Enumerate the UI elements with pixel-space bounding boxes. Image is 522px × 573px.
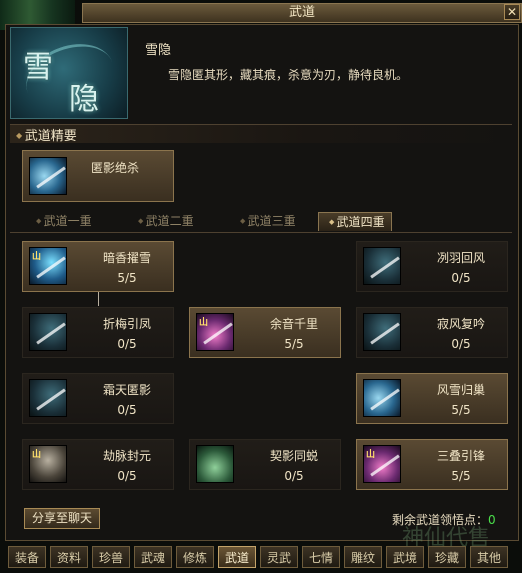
skill-node[interactable]: 冽羽回风 0/5: [356, 241, 508, 292]
tab-tier-4[interactable]: 武道四重: [318, 212, 392, 231]
bottom-tab[interactable]: 资料: [50, 546, 88, 568]
skill-node-level: 0/5: [117, 469, 137, 483]
tab-tier-3[interactable]: 武道三重: [230, 212, 296, 231]
skill-node[interactable]: 霜天匿影 0/5: [22, 373, 174, 424]
skill-emblem: 雪 隐: [10, 27, 128, 119]
skill-node-level: 5/5: [117, 271, 137, 285]
featured-skill-card[interactable]: 匿影绝杀: [22, 150, 174, 202]
skill-node-level: 0/5: [117, 337, 137, 351]
skill-node-name: 寂风复吟: [436, 317, 485, 331]
shadow-pact-icon: [196, 445, 234, 483]
skill-node-name: 暗香擢雪: [102, 251, 151, 265]
skill-node-name: 三叠引锋: [436, 449, 485, 463]
skill-node-name: 折梅引凤: [102, 317, 151, 331]
skill-node[interactable]: 山 劫脉封元 0/5: [22, 439, 174, 490]
skill-node-name: 劫脉封元: [102, 449, 151, 463]
skill-node-level: 5/5: [451, 469, 471, 483]
bottom-tab-bar: 装备 资料 珍兽 武魂 修炼 武道 灵武 七情 雕纹 武境 珍藏 其他: [6, 546, 522, 570]
skill-node-level: 5/5: [451, 403, 471, 417]
remaining-points: 剩余武道领悟点：0: [392, 511, 496, 528]
skill-node-level: 0/5: [451, 337, 471, 351]
bottom-tab[interactable]: 灵武: [260, 546, 298, 568]
bottom-tab[interactable]: 武境: [386, 546, 424, 568]
skill-node-level: 0/5: [451, 271, 471, 285]
skill-node-name: 冽羽回风: [436, 251, 485, 265]
bottom-tab[interactable]: 七情: [302, 546, 340, 568]
node-connector: [98, 292, 99, 306]
bottom-tab-active[interactable]: 武道: [218, 546, 256, 568]
silent-wind-icon: [363, 313, 401, 351]
window-title: 武道: [82, 3, 522, 23]
frost-shadow-icon: [29, 379, 67, 417]
bottom-tab[interactable]: 其他: [470, 546, 508, 568]
bottom-tab[interactable]: 修炼: [176, 546, 214, 568]
skill-node[interactable]: 山 三叠引锋 5/5: [356, 439, 508, 490]
remaining-points-label: 剩余武道领悟点：: [392, 513, 489, 527]
bottom-tab[interactable]: 武魂: [134, 546, 172, 568]
tab-tier-1[interactable]: 武道一重: [26, 212, 92, 231]
skill-node[interactable]: 山 暗香擢雪 5/5: [22, 241, 174, 292]
skill-node-level: 0/5: [117, 403, 137, 417]
remaining-points-value: 0: [488, 513, 496, 527]
close-button[interactable]: ✕: [504, 4, 520, 20]
feather-wind-icon: [363, 247, 401, 285]
section-label: 武道精要: [16, 125, 77, 144]
skill-node-level: 5/5: [284, 337, 304, 351]
skill-title: 雪隐: [145, 43, 172, 58]
skill-node[interactable]: 风雪归巢 5/5: [356, 373, 508, 424]
seal-vein-icon: 山: [29, 445, 67, 483]
plum-snow-icon: 山: [29, 247, 67, 285]
skill-node-name: 霜天匿影: [102, 383, 151, 397]
skill-description: 雪隐匿其形，藏其痕，杀意为刃，静待良机。: [168, 68, 409, 82]
skill-node[interactable]: 寂风复吟 0/5: [356, 307, 508, 358]
emblem-char-1: 雪: [23, 50, 53, 85]
tab-tier-2[interactable]: 武道二重: [128, 212, 194, 231]
skill-node[interactable]: 契影同蜕 0/5: [189, 439, 341, 490]
bottom-tab[interactable]: 珍藏: [428, 546, 466, 568]
featured-skill-name: 匿影绝杀: [91, 161, 140, 175]
skill-node[interactable]: 折梅引凤 0/5: [22, 307, 174, 358]
skill-node-level: 0/5: [284, 469, 304, 483]
skill-node[interactable]: 山 余音千里 5/5: [189, 307, 341, 358]
bottom-tab[interactable]: 装备: [8, 546, 46, 568]
skill-node-name: 余音千里: [269, 317, 318, 331]
triple-blade-icon: 山: [363, 445, 401, 483]
shadow-assassin-icon: [29, 157, 67, 195]
skill-node-name: 风雪归巢: [436, 383, 485, 397]
section-divider: [10, 124, 512, 143]
tier-tabs: 武道一重 武道二重 武道三重 武道四重: [10, 212, 512, 233]
skill-node-name: 契影同蜕: [269, 449, 318, 463]
echo-strike-icon: 山: [196, 313, 234, 351]
plum-branch-icon: [29, 313, 67, 351]
storm-nest-icon: [363, 379, 401, 417]
bottom-tab[interactable]: 珍兽: [92, 546, 130, 568]
bottom-tab[interactable]: 雕纹: [344, 546, 382, 568]
emblem-char-2: 隐: [69, 82, 99, 117]
share-to-chat-button[interactable]: 分享至聊天: [24, 508, 100, 529]
